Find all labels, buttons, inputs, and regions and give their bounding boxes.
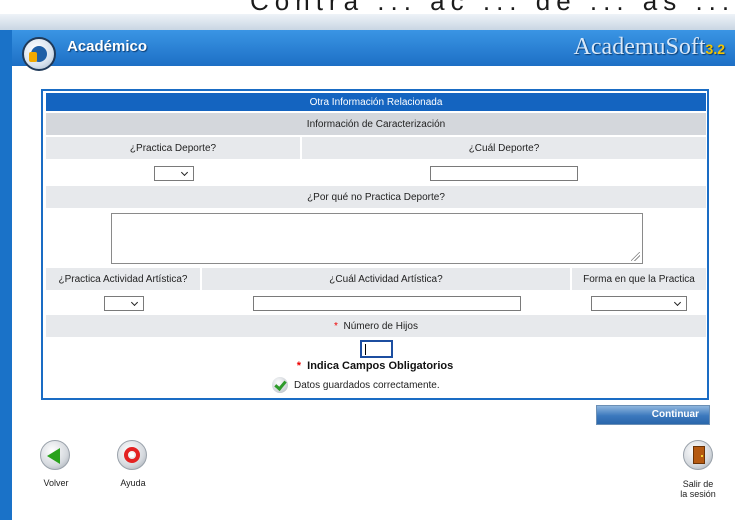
hijos-input[interactable] bbox=[360, 340, 393, 358]
success-message: Datos guardados correctamente. bbox=[294, 379, 440, 391]
practica-arte-label: ¿Practica Actividad Artística? bbox=[46, 268, 202, 290]
academico-logo-icon bbox=[22, 37, 56, 71]
salir-label-line2: la sesión bbox=[680, 489, 716, 499]
practica-arte-select[interactable] bbox=[104, 295, 144, 311]
salir-label[interactable]: Salir de la sesión bbox=[668, 479, 728, 499]
cual-arte-input[interactable] bbox=[253, 295, 521, 311]
forma-practica-label: Forma en que la Practica bbox=[572, 268, 706, 290]
practica-deporte-label: ¿Practica Deporte? bbox=[46, 137, 302, 159]
subsection-title: Información de Caracterización bbox=[46, 113, 706, 135]
success-notice: Datos guardados correctamente. bbox=[272, 377, 440, 393]
top-strip-text: Contra ... ac ... de ... as ... de bbox=[250, 0, 735, 14]
left-accent-bar bbox=[0, 30, 12, 520]
obligatorios-note: * Indica Campos Obligatorios bbox=[43, 360, 707, 372]
ayuda-label[interactable]: Ayuda bbox=[113, 478, 153, 488]
lifebuoy-help-icon[interactable] bbox=[117, 440, 147, 470]
top-strip: Contra ... ac ... de ... as ... de bbox=[0, 0, 735, 14]
practica-deporte-select[interactable] bbox=[154, 165, 194, 181]
required-mark: * bbox=[296, 360, 302, 372]
brand-version: 3.2 bbox=[705, 41, 725, 57]
obligatorios-label: Indica Campos Obligatorios bbox=[307, 360, 454, 372]
volver-label[interactable]: Volver bbox=[38, 478, 74, 488]
por-que-no-textarea[interactable] bbox=[111, 213, 643, 264]
forma-practica-select[interactable] bbox=[591, 295, 687, 311]
cual-arte-label: ¿Cuál Actividad Artística? bbox=[202, 268, 572, 290]
hijos-label-cell: * Número de Hijos bbox=[46, 315, 706, 337]
brand-logo: AcademuSoft3.2 bbox=[574, 34, 725, 61]
required-mark: * bbox=[334, 320, 338, 332]
section-title: Otra Información Relacionada bbox=[46, 93, 706, 111]
check-icon bbox=[272, 377, 288, 393]
window-header bbox=[0, 14, 735, 31]
hijos-label: Número de Hijos bbox=[343, 320, 418, 332]
caracterizacion-form: Otra Información Relacionada Información… bbox=[41, 89, 709, 400]
salir-label-line1: Salir de bbox=[682, 479, 714, 489]
por-que-no-label: ¿Por qué no Practica Deporte? bbox=[46, 186, 706, 208]
brand-name: AcademuSoft bbox=[573, 34, 706, 60]
app-title: Académico bbox=[67, 38, 148, 55]
exit-door-icon[interactable] bbox=[683, 440, 713, 470]
continuar-button[interactable]: Continuar bbox=[596, 405, 710, 425]
back-arrow-icon[interactable] bbox=[40, 440, 70, 470]
cual-deporte-label: ¿Cuál Deporte? bbox=[302, 137, 706, 159]
cual-deporte-input[interactable] bbox=[430, 165, 578, 181]
